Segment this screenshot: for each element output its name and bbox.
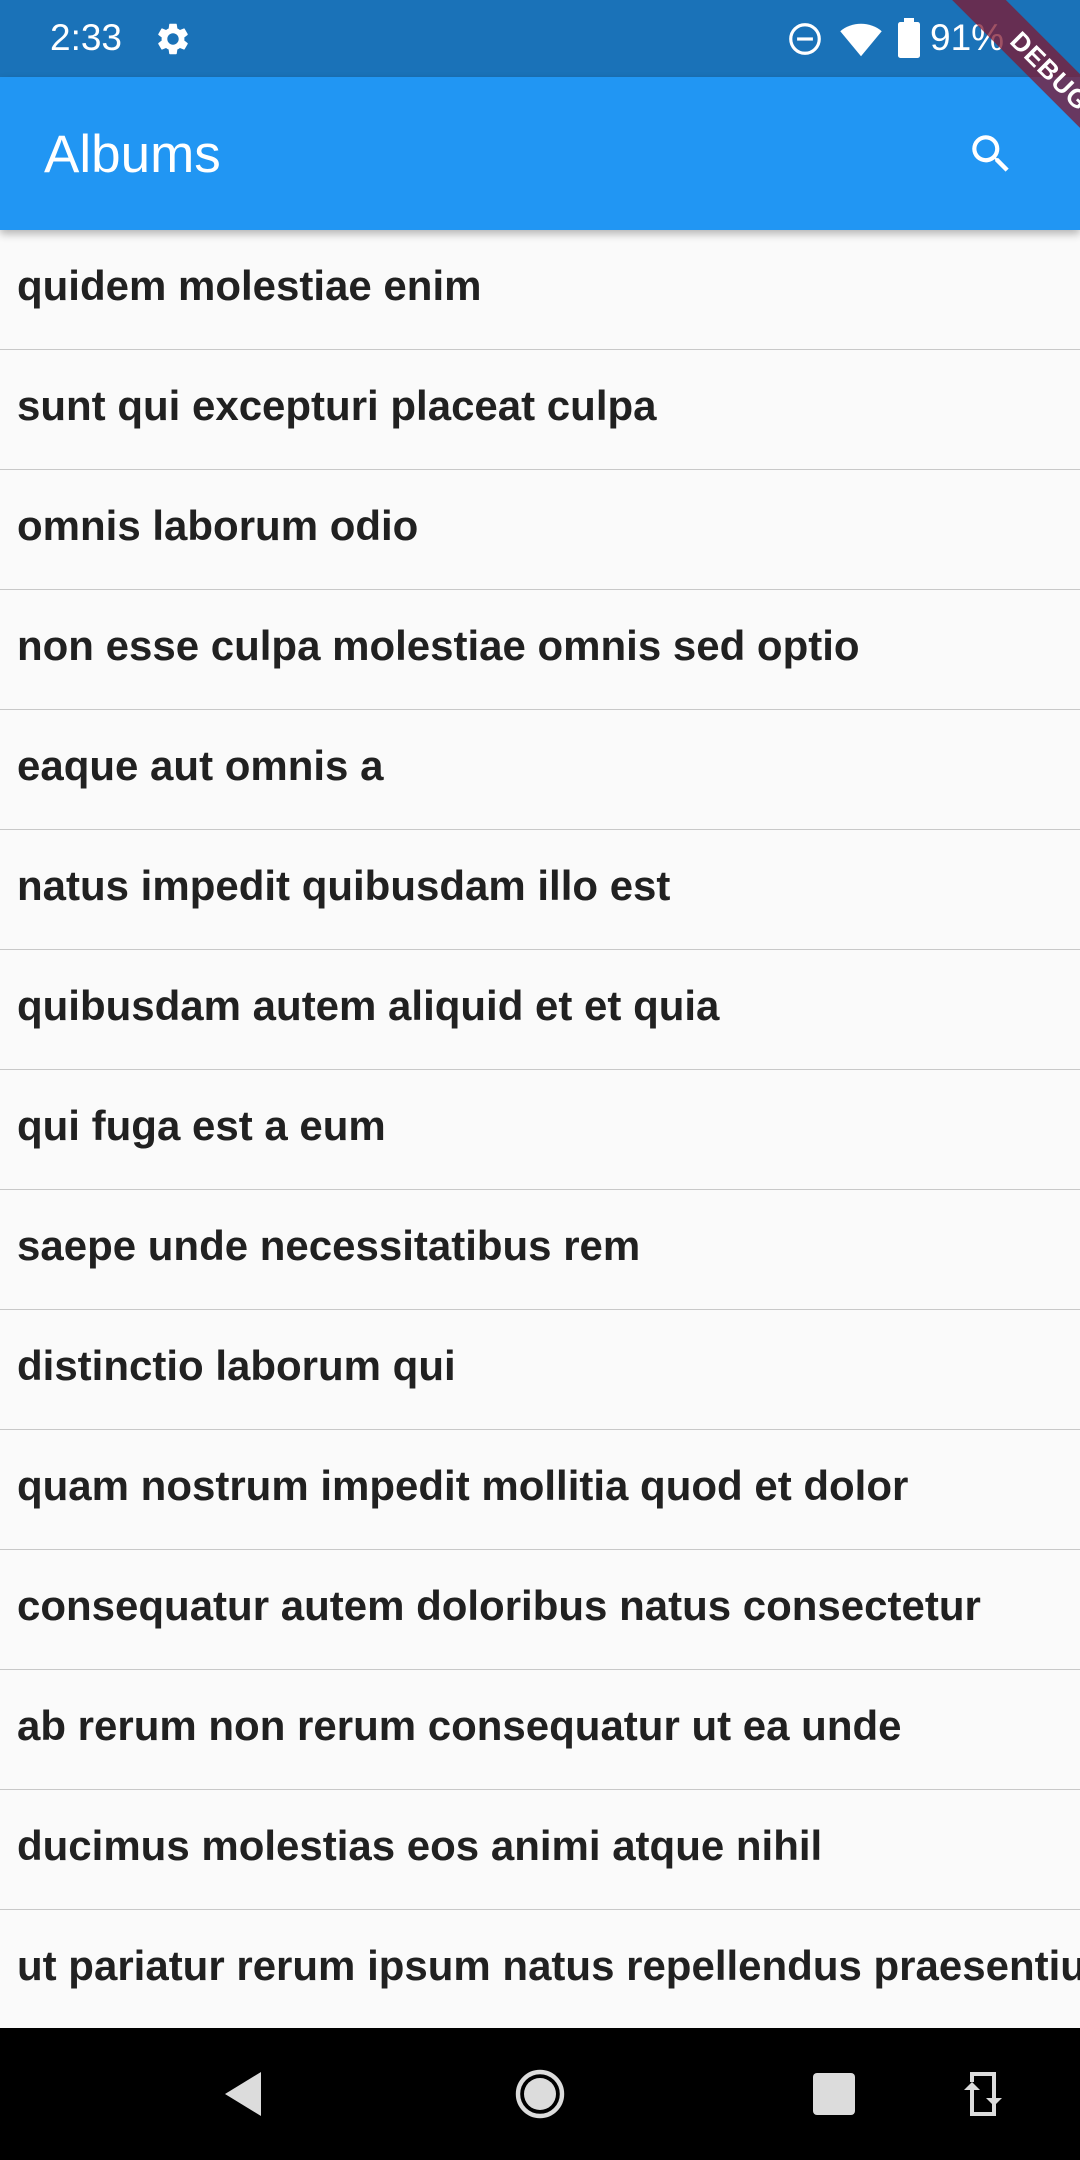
list-item[interactable]: quam nostrum impedit mollitia quod et do… bbox=[0, 1430, 1080, 1550]
list-item[interactable]: omnis laborum odio bbox=[0, 470, 1080, 590]
back-button[interactable] bbox=[221, 2070, 265, 2118]
home-button[interactable] bbox=[514, 2068, 566, 2120]
page-title: Albums bbox=[44, 125, 221, 184]
list-item[interactable]: sunt qui excepturi placeat culpa bbox=[0, 350, 1080, 470]
album-title: quidem molestiae enim bbox=[17, 262, 482, 309]
navigation-bar bbox=[0, 2028, 1080, 2160]
status-time: 2:33 bbox=[50, 17, 123, 58]
album-title: eaque aut omnis a bbox=[17, 742, 384, 789]
list-item[interactable]: ab rerum non rerum consequatur ut ea und… bbox=[0, 1670, 1080, 1790]
debug-banner: DEBUG bbox=[920, 0, 1080, 160]
list-item[interactable]: saepe unde necessitatibus rem bbox=[0, 1190, 1080, 1310]
album-title: sunt qui excepturi placeat culpa bbox=[17, 382, 657, 429]
album-title: omnis laborum odio bbox=[17, 502, 419, 549]
battery-icon bbox=[898, 18, 920, 58]
list-item[interactable]: qui fuga est a eum bbox=[0, 1070, 1080, 1190]
list-item[interactable]: non esse culpa molestiae omnis sed optio bbox=[0, 590, 1080, 710]
album-title: consequatur autem doloribus natus consec… bbox=[17, 1582, 981, 1629]
do-not-disturb-icon bbox=[786, 20, 824, 58]
album-title: ut pariatur rerum ipsum natus repellendu… bbox=[17, 1942, 1080, 1989]
list-item[interactable]: quidem molestiae enim bbox=[0, 230, 1080, 350]
settings-icon bbox=[154, 20, 192, 58]
debug-banner-label: DEBUG bbox=[951, 0, 1080, 160]
album-title: quibusdam autem aliquid et et quia bbox=[17, 982, 720, 1029]
back-icon bbox=[225, 2072, 261, 2116]
recents-icon bbox=[813, 2073, 855, 2115]
recents-button[interactable] bbox=[813, 2073, 855, 2115]
status-bar: 2:33 91% bbox=[0, 0, 1080, 77]
album-title: ducimus molestias eos animi atque nihil bbox=[17, 1822, 823, 1869]
album-title: non esse culpa molestiae omnis sed optio bbox=[17, 622, 860, 669]
album-title: saepe unde necessitatibus rem bbox=[17, 1222, 641, 1269]
list-item[interactable]: distinctio laborum qui bbox=[0, 1310, 1080, 1430]
album-title: qui fuga est a eum bbox=[17, 1102, 386, 1149]
list-item[interactable]: ut pariatur rerum ipsum natus repellendu… bbox=[0, 1910, 1080, 2028]
album-title: ab rerum non rerum consequatur ut ea und… bbox=[17, 1702, 902, 1749]
rotate-button[interactable] bbox=[962, 2068, 1004, 2120]
list-item[interactable]: consequatur autem doloribus natus consec… bbox=[0, 1550, 1080, 1670]
list-item[interactable]: eaque aut omnis a bbox=[0, 710, 1080, 830]
list-item[interactable]: ducimus molestias eos animi atque nihil bbox=[0, 1790, 1080, 1910]
app-bar: Albums bbox=[0, 77, 1080, 230]
home-icon bbox=[515, 2069, 565, 2119]
rotate-icon bbox=[964, 2072, 1002, 2116]
album-list[interactable]: quidem molestiae enim sunt qui excepturi… bbox=[0, 230, 1080, 2028]
album-title: quam nostrum impedit mollitia quod et do… bbox=[17, 1462, 909, 1509]
album-title: natus impedit quibusdam illo est bbox=[17, 862, 671, 909]
list-item[interactable]: quibusdam autem aliquid et et quia bbox=[0, 950, 1080, 1070]
album-title: distinctio laborum qui bbox=[17, 1342, 456, 1389]
wifi-icon bbox=[840, 20, 882, 58]
list-item[interactable]: natus impedit quibusdam illo est bbox=[0, 830, 1080, 950]
